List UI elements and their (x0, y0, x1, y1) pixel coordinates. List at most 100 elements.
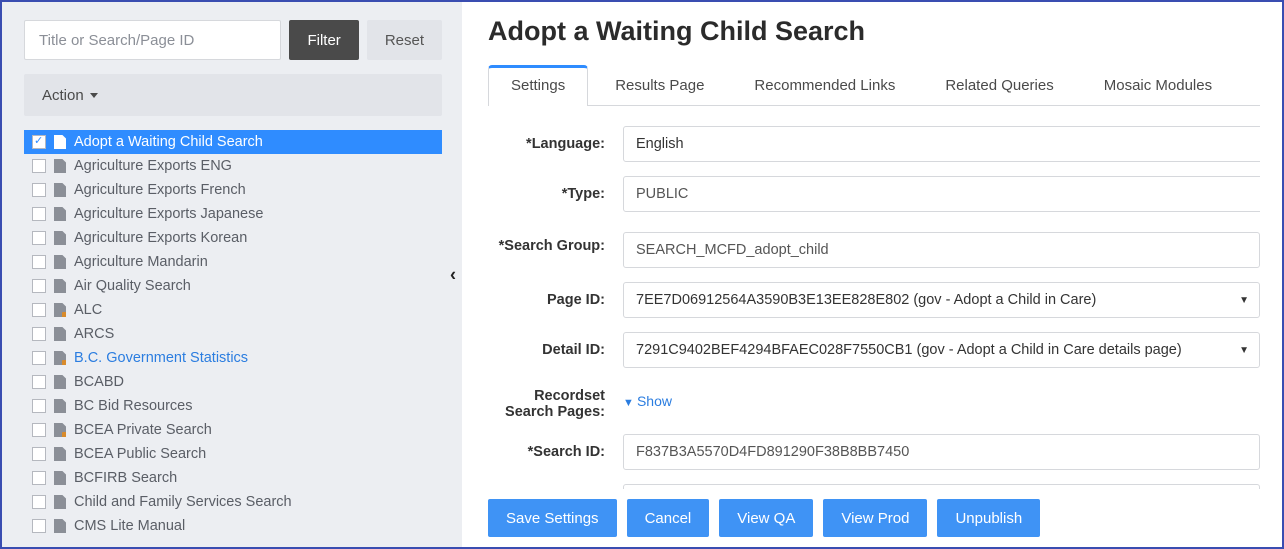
list-item[interactable]: Agriculture Mandarin (24, 250, 442, 274)
list-item[interactable]: BCEA Public Search (24, 442, 442, 466)
footer-actions: Save Settings Cancel View QA View Prod U… (488, 489, 1260, 537)
detail-id-select[interactable]: 7291C9402BEF4294BFAEC028F7550CB1 (gov - … (623, 332, 1260, 368)
document-icon (54, 255, 66, 269)
filter-row: Filter Reset (24, 20, 442, 60)
page-id-label: Page ID: (488, 292, 623, 308)
list-item-label: Air Quality Search (74, 278, 191, 294)
checkbox[interactable] (32, 303, 46, 317)
save-settings-button[interactable]: Save Settings (488, 499, 617, 537)
document-icon (54, 231, 66, 245)
list-item[interactable]: Agriculture Exports French (24, 178, 442, 202)
view-qa-button[interactable]: View QA (719, 499, 813, 537)
list-item-label: Agriculture Mandarin (74, 254, 208, 270)
document-locked-icon (54, 351, 66, 365)
search-group-value: SEARCH_MCFD_adopt_child (623, 232, 1260, 268)
recordset-show-toggle[interactable]: Show (623, 387, 672, 415)
document-locked-icon (54, 303, 66, 317)
checkbox[interactable] (32, 399, 46, 413)
checkbox[interactable] (32, 447, 46, 461)
document-icon (54, 495, 66, 509)
checkbox[interactable] (32, 159, 46, 173)
detail-id-label: Detail ID: (488, 342, 623, 358)
document-icon (54, 471, 66, 485)
collapse-sidebar-icon[interactable]: ‹ (450, 264, 456, 285)
list-item[interactable]: BC Bid Resources (24, 394, 442, 418)
cancel-button[interactable]: Cancel (627, 499, 710, 537)
list-item[interactable]: Adopt a Waiting Child Search (24, 130, 442, 154)
list-item[interactable]: BCEA Private Search (24, 418, 442, 442)
search-group-label: *Search Group: (488, 232, 623, 254)
checkbox[interactable] (32, 423, 46, 437)
checkbox[interactable] (32, 183, 46, 197)
document-icon (54, 159, 66, 173)
language-label: *Language: (488, 136, 623, 152)
page-title: Adopt a Waiting Child Search (488, 16, 1260, 47)
list-item[interactable]: Agriculture Exports Korean (24, 226, 442, 250)
list-item[interactable]: BCFIRB Search (24, 466, 442, 490)
document-icon (54, 399, 66, 413)
list-item-label: ARCS (74, 326, 114, 342)
list-item[interactable]: Agriculture Exports ENG (24, 154, 442, 178)
list-item-label: Agriculture Exports Korean (74, 230, 247, 246)
checkbox[interactable] (32, 279, 46, 293)
list-item-label: Agriculture Exports French (74, 182, 246, 198)
checkbox[interactable] (32, 207, 46, 221)
sidebar: Filter Reset Action Adopt a Waiting Chil… (2, 2, 462, 547)
checkbox[interactable] (32, 231, 46, 245)
action-dropdown[interactable]: Action (24, 74, 442, 116)
list-item-label: Agriculture Exports ENG (74, 158, 232, 174)
tabs: SettingsResults PageRecommended LinksRel… (488, 65, 1260, 106)
checkbox[interactable] (32, 375, 46, 389)
page-id-select[interactable]: 7EE7D06912564A3590B3E13EE828E802 (gov - … (623, 282, 1260, 318)
filter-button[interactable]: Filter (289, 20, 358, 60)
document-icon (54, 207, 66, 221)
checkbox[interactable] (32, 255, 46, 269)
list-item-label: BCFIRB Search (74, 470, 177, 486)
main-panel: Adopt a Waiting Child Search SettingsRes… (462, 2, 1282, 547)
checkbox[interactable] (32, 351, 46, 365)
language-select[interactable]: English (623, 126, 1260, 162)
list-item[interactable]: BCABD (24, 370, 442, 394)
reset-button[interactable]: Reset (367, 20, 442, 60)
checkbox[interactable] (32, 495, 46, 509)
document-icon (54, 183, 66, 197)
tab-related-queries[interactable]: Related Queries (922, 65, 1076, 105)
list-item-label: Agriculture Exports Japanese (74, 206, 263, 222)
list-item[interactable]: B.C. Government Statistics (24, 346, 442, 370)
view-prod-button[interactable]: View Prod (823, 499, 927, 537)
list-item-label: BCEA Public Search (74, 446, 206, 462)
list-item[interactable]: Child and Family Services Search (24, 490, 442, 514)
list-item[interactable]: Air Quality Search (24, 274, 442, 298)
list-item-label: BCEA Private Search (74, 422, 212, 438)
list-item-label: ALC (74, 302, 102, 318)
search-list[interactable]: Adopt a Waiting Child Search Agriculture … (24, 130, 442, 537)
checkbox[interactable] (32, 327, 46, 341)
document-locked-icon (54, 423, 66, 437)
list-item-label: Child and Family Services Search (74, 494, 292, 510)
list-item-label: BC Bid Resources (74, 398, 192, 414)
list-item[interactable]: ARCS (24, 322, 442, 346)
document-icon (54, 327, 66, 341)
document-icon (54, 447, 66, 461)
search-id-value: F837B3A5570D4FD891290F38B8BB7450 (623, 434, 1260, 470)
checkbox[interactable] (32, 471, 46, 485)
list-item-label: B.C. Government Statistics (74, 350, 248, 366)
tab-settings[interactable]: Settings (488, 65, 588, 106)
search-input[interactable] (24, 20, 281, 60)
settings-form: *Language: English Status: PUBLISHED *Ty… (488, 126, 1260, 489)
checkbox[interactable] (32, 135, 46, 149)
tab-recommended-links[interactable]: Recommended Links (731, 65, 918, 105)
type-label: *Type: (488, 186, 623, 202)
action-label: Action (42, 87, 98, 104)
unpublish-button[interactable]: Unpublish (937, 499, 1040, 537)
list-item[interactable]: Agriculture Exports Japanese (24, 202, 442, 226)
document-icon (54, 279, 66, 293)
checkbox[interactable] (32, 519, 46, 533)
list-item-label: BCABD (74, 374, 124, 390)
list-item[interactable]: ALC (24, 298, 442, 322)
tab-results-page[interactable]: Results Page (592, 65, 727, 105)
tab-mosaic-modules[interactable]: Mosaic Modules (1081, 65, 1235, 105)
list-item-label: Adopt a Waiting Child Search (74, 134, 263, 150)
document-icon (54, 519, 66, 533)
list-item[interactable]: CMS Lite Manual (24, 514, 442, 537)
